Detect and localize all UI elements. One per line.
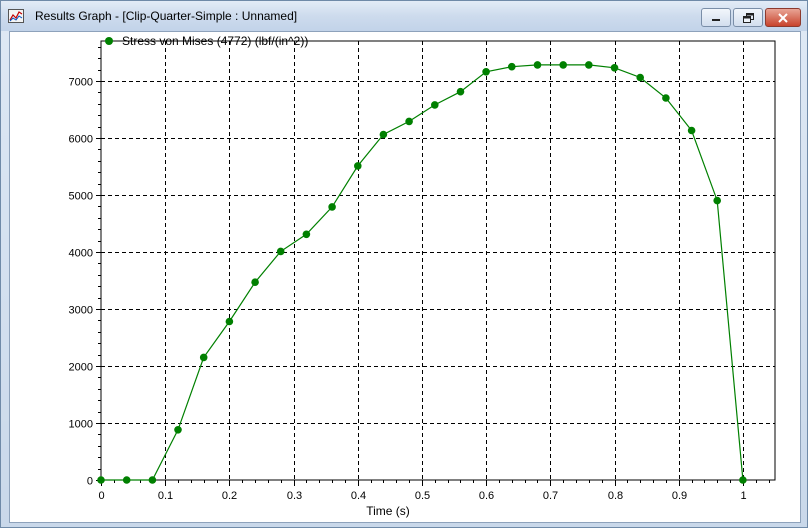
series-line [101,64,744,481]
data-point [739,476,747,484]
data-point [431,101,439,109]
data-point [302,230,311,239]
x-tick-label: 0.3 [287,490,302,502]
legend-label: Stress von Mises (4772) (lbf/(in^2)) [122,34,308,48]
x-axis-title: Time (s) [366,504,410,518]
close-button[interactable] [765,8,801,27]
data-point [662,94,670,102]
x-tick-label: 0 [98,490,104,502]
x-tick-label: 0.1 [158,490,173,502]
y-tick-label: 1000 [69,419,93,431]
restore-button[interactable] [733,8,763,27]
legend-marker [105,37,113,45]
data-point [251,278,259,286]
graph-area: 0 0.1 0.2 0.3 0.4 0.5 0.6 0.7 0.8 0.9 1 0 1000 2000 30… [9,31,801,523]
x-tick-label: 0.6 [479,490,494,502]
data-point [636,73,644,82]
data-point [610,64,619,72]
results-graph-window: Results Graph - [Clip-Quarter-Simple : U… [0,0,808,528]
y-tick-label: 3000 [69,305,93,317]
data-point [148,476,157,484]
data-point [225,317,234,326]
x-tick-label: 0.5 [415,490,430,502]
close-icon [778,12,788,23]
x-tick-label: 0.9 [672,490,687,502]
y-tick-label: 6000 [69,134,93,146]
data-point [354,162,362,170]
restore-icon [742,12,754,23]
data-point [482,68,490,76]
data-point [687,126,696,135]
data-point [559,61,567,69]
x-tick-label: 1 [740,490,746,502]
data-point [405,117,413,126]
window-title: Results Graph - [Clip-Quarter-Simple : U… [35,9,298,23]
data-point [508,62,516,71]
x-tick-label: 0.8 [608,490,623,502]
data-point [456,87,465,96]
data-point [122,476,131,484]
chart-graph-icon [8,9,24,23]
data-point [533,61,542,69]
y-tick-label: 0 [87,476,93,488]
data-point [379,130,388,139]
y-tick-label: 4000 [69,248,93,260]
x-tick-label: 0.7 [543,490,558,502]
data-point [97,476,105,484]
data-point [199,353,208,362]
title-bar[interactable]: Results Graph - [Clip-Quarter-Simple : U… [1,1,807,31]
data-point [585,61,593,69]
y-tick-label: 5000 [69,191,93,203]
x-tick-label: 0.2 [222,490,237,502]
stress-chart: 0 0.1 0.2 0.3 0.4 0.5 0.6 0.7 0.8 0.9 1 0 1000 2000 30… [69,34,776,518]
data-point [174,426,182,434]
y-tick-label: 7000 [69,77,93,89]
minimize-button[interactable] [701,8,731,27]
data-point [713,196,721,205]
minimize-icon [712,18,720,21]
x-tick-label: 0.4 [351,490,366,502]
y-tick-label: 2000 [69,362,93,374]
data-point [276,247,285,256]
data-point [328,203,336,211]
